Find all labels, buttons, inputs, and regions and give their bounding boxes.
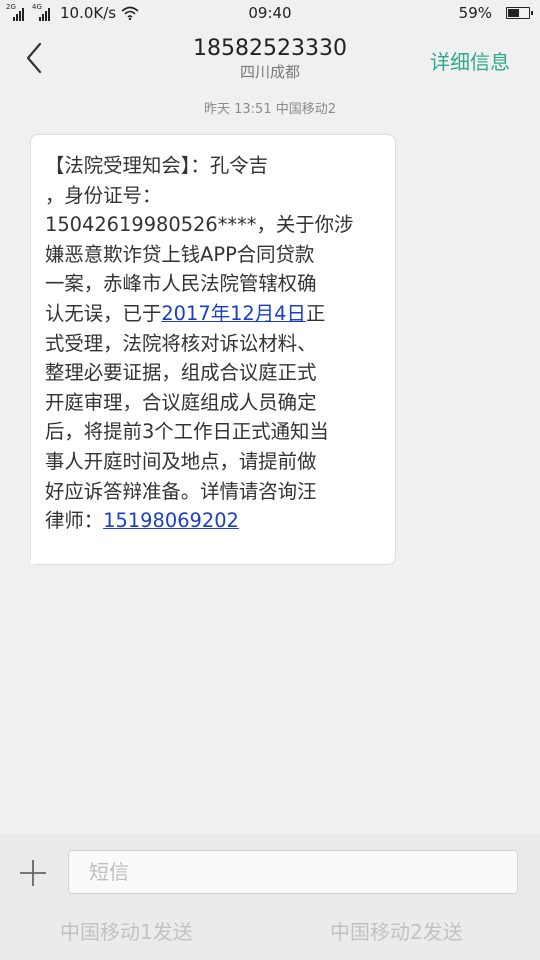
sms-screen: 2G 4G 10.0K/s 09:40 59% 18582523330 四川成都…	[0, 0, 540, 960]
send-sim1-button[interactable]: 中国移动1发送	[60, 916, 193, 945]
sms-input[interactable]	[68, 850, 518, 894]
send-sim2-button[interactable]: 中国移动2发送	[330, 916, 463, 945]
status-right: 59%	[458, 4, 533, 22]
message-text: 正	[305, 301, 326, 325]
message-line: 事人开庭时间及地点，请提前做	[45, 449, 317, 473]
message-line: 律师：15198069202	[45, 506, 381, 536]
details-button[interactable]: 详细信息	[430, 46, 510, 75]
message-line: 整理必要证据，组成合议庭正式	[45, 361, 317, 385]
attach-button[interactable]	[16, 856, 50, 890]
composer: 中国移动1发送 中国移动2发送	[0, 834, 540, 960]
bubble-tail	[31, 553, 43, 564]
message-line: 一案，赤峰市人民法院管辖权确	[45, 272, 317, 296]
phone-link[interactable]: 15198069202	[103, 509, 239, 532]
status-bar: 2G 4G 10.0K/s 09:40 59%	[0, 0, 540, 28]
message-text: 认无误，已于	[45, 301, 162, 325]
message-line: 15042619980526****，关于你涉	[45, 213, 354, 237]
message-line: 嫌恶意欺诈贷上钱APP合同贷款	[45, 242, 315, 266]
conversation-header: 18582523330 四川成都 详细信息	[0, 28, 540, 90]
date-link[interactable]: 2017年12月4日	[161, 302, 306, 325]
message-line: 后，将提前3个工作日正式通知当	[45, 420, 329, 444]
message-timestamp: 昨天 13:51 中国移动2	[204, 102, 336, 117]
battery-percent: 59%	[458, 4, 492, 22]
message-line: 开庭审理，合议庭组成人员确定	[45, 390, 317, 414]
message-line: 认无误，已于2017年12月4日正	[45, 299, 381, 329]
message-line: 式受理，法院将核对诉讼材料、	[45, 331, 317, 355]
message-line: 好应诉答辩准备。详情请咨询汪	[45, 479, 317, 503]
message-line: 【法院受理知会】：孔令吉	[45, 154, 268, 177]
battery-icon	[506, 7, 533, 19]
message-text: 律师：	[45, 509, 104, 533]
message-line: ，身份证号：	[45, 183, 162, 207]
message-bubble[interactable]: 【法院受理知会】：孔令吉 ，身份证号： 15042619980526****，关…	[30, 134, 396, 565]
plus-icon	[20, 860, 46, 886]
